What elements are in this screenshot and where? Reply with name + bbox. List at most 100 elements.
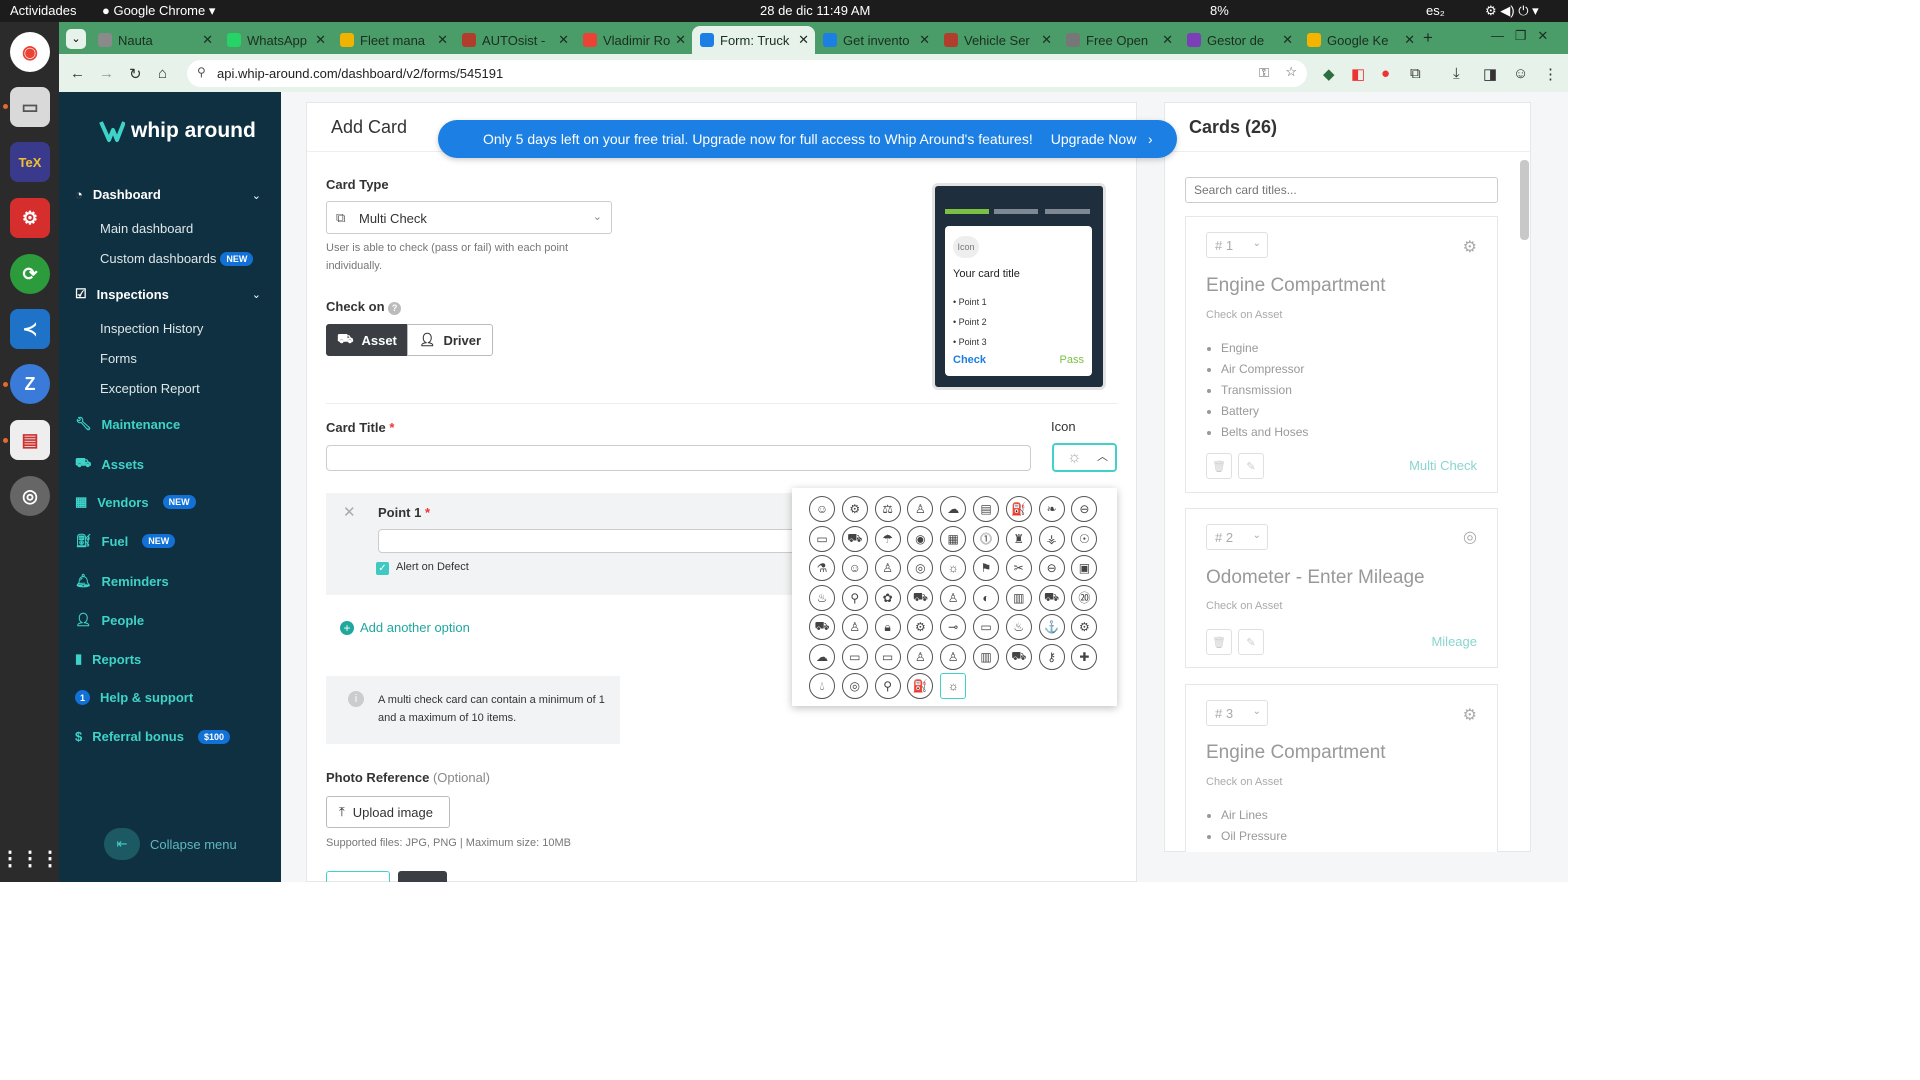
card-type-select[interactable]: ⧉ Multi Check ⌄ <box>326 201 612 234</box>
browser-tab[interactable]: Get invento ✕ <box>815 26 936 54</box>
tab-close-icon[interactable]: ✕ <box>1162 32 1173 48</box>
nav-vendors[interactable]: ▦ Vendors NEW <box>75 494 196 510</box>
check-on-driver-button[interactable]: 👤︎ Driver <box>407 324 493 356</box>
show-apps-grid-icon[interactable]: ⋮⋮⋮ <box>0 838 60 878</box>
card-title-input[interactable] <box>326 445 1031 471</box>
icon-option-icon[interactable]: ♨ <box>1005 614 1032 640</box>
point-1-input[interactable] <box>378 529 798 553</box>
nav-reports[interactable]: ▮ Reports <box>75 651 141 667</box>
icon-option-icon[interactable]: ⛟ <box>1038 584 1065 611</box>
browser-tab[interactable]: AUTOsist - ✕ <box>454 26 575 54</box>
card-item-2[interactable]: # 2 ⌄ ◎ Odometer - Enter Mileage Check o… <box>1185 508 1498 668</box>
icon-option-icon[interactable]: ⚖ <box>874 496 901 522</box>
nav-help-support[interactable]: 1 Help & support <box>75 690 193 705</box>
browser-tab[interactable]: Form: Truck ✕ <box>692 26 815 54</box>
tab-close-icon[interactable]: ✕ <box>437 32 448 48</box>
icon-option-icon[interactable]: ♨ <box>809 584 835 611</box>
tab-close-icon[interactable]: ✕ <box>798 32 809 48</box>
icon-option-icon[interactable]: ♙ <box>907 643 934 670</box>
nav-reminders[interactable]: 🔔︎ Reminders <box>75 573 169 589</box>
nav-dashboard[interactable]: ◔ Dashboard <box>75 187 161 202</box>
nav-referral-bonus[interactable]: $ Referral bonus $100 <box>75 729 231 744</box>
icon-option-icon[interactable]: ⚷ <box>1038 643 1065 670</box>
whip-around-logo[interactable]: whip around <box>99 118 256 144</box>
nav-people[interactable]: 👤︎ People <box>75 612 144 628</box>
sync-icon[interactable]: ⟳ <box>10 254 50 294</box>
nav-custom-dashboards[interactable]: Custom dashboards NEW <box>100 251 254 266</box>
icon-option-icon[interactable]: ♙ <box>841 614 868 640</box>
icon-option-icon[interactable]: ▥ <box>1005 584 1032 611</box>
remove-point-close-icon[interactable]: ✕ <box>343 503 356 521</box>
icon-option-icon[interactable]: ♙ <box>874 555 901 581</box>
icon-option-icon[interactable]: ◎ <box>841 673 868 699</box>
nav-assets[interactable]: ⛟ Assets <box>75 455 144 473</box>
tab-close-icon[interactable]: ✕ <box>202 32 213 48</box>
icon-option-icon[interactable]: ⚙ <box>907 614 934 640</box>
document-viewer-icon[interactable]: ▤ <box>10 420 50 460</box>
system-tray-icons[interactable]: ⚙ ◀) ⏻ ▾ <box>1485 3 1539 19</box>
activities-button[interactable]: Actividades <box>10 3 76 18</box>
extension-icon[interactable]: ◆ <box>1323 65 1335 83</box>
nav-maintenance[interactable]: 🔧︎ Maintenance <box>75 416 180 432</box>
icon-option-icon[interactable]: ⚙ <box>1071 614 1098 640</box>
inspections-chevron-icon[interactable]: ⌄ <box>252 288 261 301</box>
active-app-menu[interactable]: ● Google Chrome ▾ <box>102 3 215 19</box>
upgrade-now-link[interactable]: Upgrade Now › <box>1051 131 1153 147</box>
icon-option-icon[interactable]: ⛽ <box>907 673 934 699</box>
check-on-asset-button[interactable]: ⛟ Asset <box>326 324 408 356</box>
icon-picker-button[interactable]: ☼ ︿ <box>1052 443 1117 472</box>
icon-option-icon[interactable]: ▤ <box>973 496 999 522</box>
files-icon[interactable]: ▭ <box>10 87 50 127</box>
collapse-menu-button[interactable]: ⇤ Collapse menu <box>104 828 237 860</box>
icon-option-icon[interactable]: ▭ <box>973 614 999 640</box>
icon-option-icon[interactable]: ▥ <box>973 643 999 670</box>
browser-tab[interactable]: Free Open ✕ <box>1058 26 1179 54</box>
icon-option-icon[interactable]: ▦ <box>940 525 967 552</box>
icon-option-icon[interactable]: ⓵ <box>973 525 999 552</box>
new-tab-button[interactable]: + <box>1423 28 1433 48</box>
icon-option-icon[interactable]: ▭ <box>874 643 901 670</box>
language-indicator[interactable]: es₂ <box>1426 3 1445 18</box>
dashboard-chevron-icon[interactable]: ⌄ <box>252 189 261 202</box>
disk-icon[interactable]: ◎ <box>10 476 50 516</box>
nav-main-dashboard[interactable]: Main dashboard <box>100 221 193 236</box>
tab-close-icon[interactable]: ✕ <box>675 32 686 48</box>
card-number-select[interactable]: # 1 ⌄ <box>1206 232 1268 258</box>
card-number-select[interactable]: # 3 ⌄ <box>1206 700 1268 726</box>
browser-tab[interactable]: WhatsApp ✕ <box>219 26 332 54</box>
icon-option-icon[interactable]: ☂ <box>874 525 901 552</box>
icon-option-icon[interactable]: ⊖ <box>1071 496 1098 522</box>
icon-option-icon[interactable]: ⑳ <box>1071 584 1098 611</box>
zoom-icon[interactable]: Z <box>10 364 50 404</box>
icon-option-icon[interactable]: ☁ <box>940 496 967 522</box>
icon-option-icon[interactable]: ♙ <box>940 584 967 611</box>
nav-inspections[interactable]: ☑ Inspections <box>75 286 169 302</box>
icon-option-icon[interactable]: ▭ <box>841 643 868 670</box>
tab-close-icon[interactable]: ✕ <box>558 32 569 48</box>
icon-option-icon[interactable]: ⚙ <box>841 496 868 522</box>
icon-option-icon[interactable]: 🔒︎ <box>874 614 901 640</box>
icon-option-icon[interactable]: ⚲ <box>874 673 901 699</box>
download-icon[interactable]: ⤓ <box>1453 65 1460 82</box>
upload-image-button[interactable]: ⤒ Upload image <box>326 796 450 828</box>
save-button[interactable] <box>398 871 447 882</box>
side-panel-icon[interactable]: ◨ <box>1483 65 1497 83</box>
edit-pencil-icon[interactable]: ✎ <box>1238 453 1264 479</box>
home-icon[interactable]: ⌂ <box>158 65 167 82</box>
icon-option-icon[interactable]: ⚑ <box>973 555 999 581</box>
icon-option-icon[interactable]: ⛟ <box>841 525 868 552</box>
forward-arrow-icon[interactable]: → <box>99 65 114 82</box>
icon-option-icon[interactable]: ⛟ <box>809 614 835 640</box>
icon-option-icon[interactable]: ⛟ <box>907 584 934 611</box>
icon-option-icon[interactable]: ♜ <box>1005 525 1032 552</box>
icon-option-icon[interactable]: ✿ <box>874 584 901 611</box>
icon-option-icon[interactable]: ♙ <box>907 496 934 522</box>
icon-option-icon[interactable]: ♙ <box>940 643 967 670</box>
icon-option-icon[interactable]: ⛟ <box>1005 643 1032 670</box>
nav-exception-report[interactable]: Exception Report <box>100 381 200 396</box>
browser-tab[interactable]: Gestor de ✕ <box>1179 26 1299 54</box>
back-arrow-icon[interactable]: ← <box>70 65 85 82</box>
reload-icon[interactable]: ↻ <box>129 65 142 83</box>
icon-option-icon[interactable]: ☁ <box>809 643 835 670</box>
icon-option-icon[interactable]: ✚ <box>1071 643 1098 670</box>
